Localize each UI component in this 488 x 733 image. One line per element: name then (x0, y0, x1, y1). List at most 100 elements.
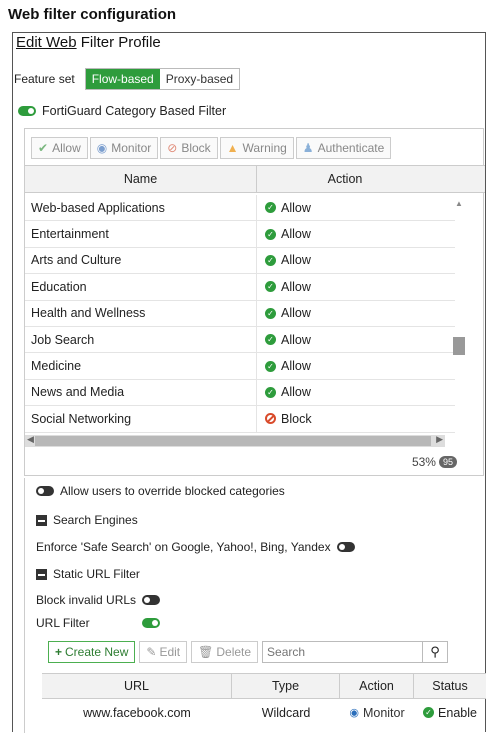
static-url-label: Static URL Filter (53, 567, 140, 581)
authenticate-button[interactable]: ♟ Authenticate (295, 137, 392, 159)
create-new-label: Create New (65, 645, 129, 659)
static-url-header[interactable]: Static URL Filter (36, 567, 140, 581)
type-column-header[interactable]: Type (232, 674, 340, 698)
category-name: Arts and Culture (25, 247, 257, 274)
status-cell: ✓ Enable (414, 699, 486, 726)
create-new-button[interactable]: + Create New (48, 641, 136, 663)
flow-based-option[interactable]: Flow-based (85, 69, 160, 89)
category-row[interactable]: Social Networking Block (25, 406, 455, 433)
status-column-header[interactable]: Status (414, 674, 486, 698)
category-action-label: Allow (281, 359, 311, 374)
url-table-header: URL Type Action Status (42, 673, 486, 699)
action-column-header[interactable]: Action (340, 674, 414, 698)
override-toggle[interactable] (36, 486, 54, 496)
type-cell: Wildcard (261, 705, 311, 720)
category-action: ✓ Allow (257, 380, 311, 405)
safe-search-toggle[interactable] (336, 542, 355, 552)
check-circle-icon: ✓ (265, 281, 276, 293)
horizontal-scroll-thumb[interactable] (35, 436, 431, 446)
category-action-label: Allow (281, 279, 311, 294)
page-title: Web filter configuration (8, 6, 177, 23)
category-panel: ✔ Allow ◉ Monitor ⊘ Block ▲ Warning ♟ Authent… (24, 128, 485, 476)
category-table-header: Name Action (25, 165, 485, 193)
category-action: ✓ Allow (257, 195, 311, 220)
category-action: ✓ Allow (257, 327, 311, 352)
category-action-label: Allow (281, 227, 311, 242)
url-column-header[interactable]: URL (42, 674, 232, 698)
authenticate-button-label: Authenticate (317, 141, 385, 155)
category-row[interactable]: Web-based Applications ✓ Allow (25, 195, 455, 222)
category-row[interactable]: Health and Wellness ✓ Allow (25, 300, 455, 327)
scroll-up-arrow-icon[interactable]: ▲ (455, 199, 463, 208)
plus-icon: + (55, 645, 63, 659)
collapse-icon[interactable] (36, 568, 47, 580)
pencil-icon: ✎ (146, 645, 157, 659)
fortiguard-row: FortiGuard Category Based Filter (18, 104, 226, 118)
url-table-row[interactable]: www.facebook.com Wildcard ◉ Monitor ✓ Enab… (42, 699, 486, 726)
name-column-header[interactable]: Name (25, 166, 257, 192)
override-row: Allow users to override blocked categori… (36, 484, 285, 498)
profile-title-rest: Filter Profile (76, 34, 161, 51)
check-circle-icon: ✓ (423, 707, 435, 718)
warning-button[interactable]: ▲ Warning (219, 137, 294, 159)
feature-set-toggle: Flow-based Proxy-based (84, 68, 241, 90)
category-name: Entertainment (25, 221, 257, 247)
category-action: ✓ Allow (257, 353, 311, 378)
delete-button[interactable]: 🗑 Delete (191, 641, 259, 663)
check-circle-icon: ✓ (265, 202, 276, 214)
profile-title: Edit Web Filter Profile (16, 34, 161, 51)
category-action-bar: ✔ Allow ◉ Monitor ⊘ Block ▲ Warning ♟ Authent… (31, 137, 392, 159)
monitor-button[interactable]: ◉ Monitor (89, 137, 159, 159)
block-invalid-toggle[interactable] (142, 595, 161, 605)
status-cell-label: Enable (438, 705, 477, 720)
delete-label: Delete (216, 645, 252, 659)
category-row[interactable]: Arts and Culture ✓ Allow (25, 247, 455, 275)
check-circle-icon: ✓ (265, 228, 276, 240)
url-search-input[interactable] (263, 645, 423, 659)
block-button[interactable]: ⊘ Block (160, 137, 218, 159)
proxy-based-option[interactable]: Proxy-based (159, 69, 240, 89)
edit-button[interactable]: ✎ Edit (139, 641, 188, 663)
action-cell: ◉ Monitor (340, 699, 414, 726)
search-engines-header[interactable]: Search Engines (36, 513, 138, 527)
category-name: Medicine (25, 353, 257, 379)
eye-icon: ◉ (349, 707, 359, 719)
trash-icon: 🗑 (198, 645, 214, 659)
category-action-label: Block (281, 411, 312, 426)
category-action-label: Allow (281, 385, 311, 400)
category-name: Web-based Applications (25, 195, 257, 221)
check-circle-icon: ✓ (265, 386, 276, 398)
url-filter-toggle[interactable] (142, 618, 160, 628)
user-icon: ♟ (302, 141, 314, 155)
block-invalid-label: Block invalid URLs (36, 593, 137, 607)
category-vertical-scrollbar[interactable]: ▲ (453, 195, 465, 433)
scroll-right-arrow-icon[interactable]: ▶ (436, 434, 443, 445)
search-icon[interactable]: ⚲ (422, 642, 447, 662)
category-action-label: Allow (281, 200, 311, 215)
url-table: URL Type Action Status www.facebook.com … (42, 673, 486, 726)
feature-set-label: Feature set (14, 72, 75, 86)
category-row[interactable]: Entertainment ✓ Allow (25, 221, 455, 248)
category-row[interactable]: Medicine ✓ Allow (25, 353, 455, 380)
action-column-header[interactable]: Action (257, 166, 433, 192)
check-circle-icon: ✓ (265, 360, 276, 372)
url-filter-row: URL Filter (36, 616, 160, 630)
profile-title-link: Edit Web (16, 34, 77, 51)
collapse-icon[interactable] (36, 514, 47, 526)
category-horizontal-scrollbar[interactable]: ◀ ▶ (25, 434, 445, 447)
fortiguard-label: FortiGuard Category Based Filter (42, 104, 227, 118)
scroll-left-arrow-icon[interactable]: ◀ (27, 434, 34, 445)
url-search: ⚲ (262, 641, 449, 663)
count-badge: 95 (438, 456, 457, 468)
category-table-body: Web-based Applications ✓ Allow Entertainmen… (25, 195, 455, 433)
category-row[interactable]: News and Media ✓ Allow (25, 379, 455, 407)
fortiguard-toggle[interactable] (18, 106, 36, 116)
category-row[interactable]: Education ✓ Allow (25, 274, 455, 301)
scroll-thumb[interactable] (453, 337, 465, 355)
allow-button-label: Allow (52, 141, 81, 155)
safe-search-label: Enforce 'Safe Search' on Google, Yahoo!,… (36, 540, 331, 554)
allow-button[interactable]: ✔ Allow (31, 137, 88, 159)
category-row[interactable]: Job Search ✓ Allow (25, 326, 455, 354)
category-name: Education (25, 274, 257, 300)
url-filter-label: URL Filter (36, 616, 90, 630)
